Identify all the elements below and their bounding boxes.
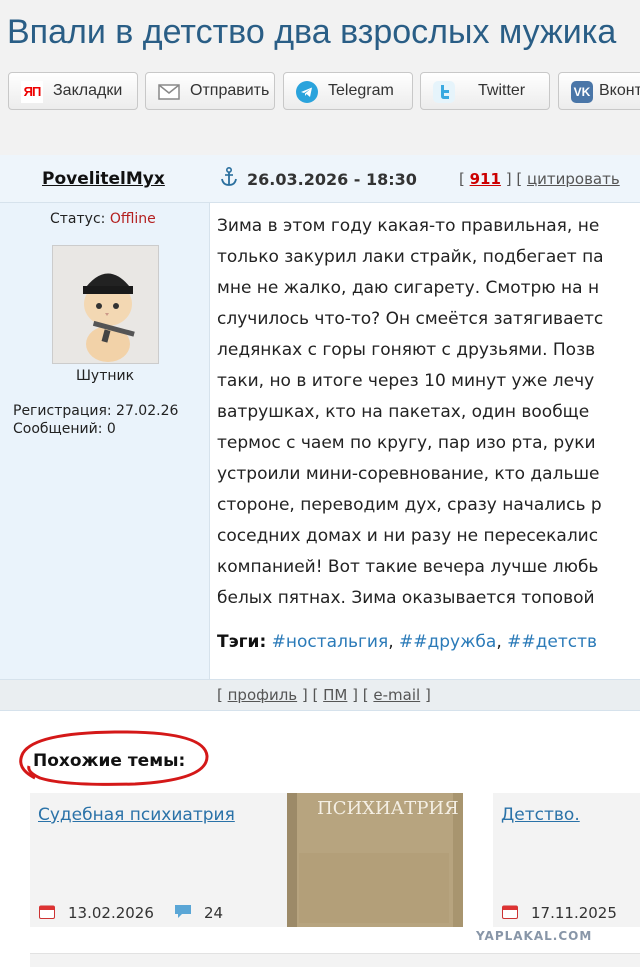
similar-topic-title[interactable]: Детство. bbox=[501, 805, 580, 825]
post-text-line: только закурил лаки страйк, подбегает па bbox=[217, 247, 604, 267]
post-text-line: таки, но в итоге через 10 минут уже лечу bbox=[217, 371, 595, 391]
author-panel: PovelitelMyx Статус: Offline Шутник Реги… bbox=[0, 155, 210, 711]
top-bar: Впали в детство два взрослых мужика ЯП З… bbox=[0, 0, 640, 155]
tag-link[interactable]: ##дружба bbox=[399, 632, 496, 652]
author-header: PovelitelMyx bbox=[0, 155, 210, 203]
share-button-label: Вконт bbox=[599, 82, 640, 99]
avatar[interactable] bbox=[52, 245, 159, 364]
envelope-icon bbox=[158, 84, 180, 100]
post-number-link[interactable]: 911 bbox=[470, 170, 501, 188]
post-body: Зима в этом году какая-то правильная, не… bbox=[210, 203, 640, 679]
calendar-icon bbox=[502, 905, 518, 919]
similar-topic-card[interactable]: Детство. 17.11.2025 bbox=[493, 793, 640, 927]
post-text-line: стороне, переводим дух, сразу начались р bbox=[217, 495, 602, 515]
tags-label: Тэги: bbox=[217, 632, 267, 652]
author-status: Статус: Offline bbox=[50, 211, 156, 227]
post-tags: Тэги: #ностальгия, ##дружба, ##детств bbox=[217, 632, 598, 652]
post-text-line: ледянках с горы гоняют с друзьями. Позв bbox=[217, 340, 596, 360]
telegram-icon bbox=[296, 81, 318, 103]
post-text-line: устроили мини-соревнование, кто дальше bbox=[217, 464, 600, 484]
next-card-edge bbox=[30, 953, 640, 967]
post-text-line: мне не жалко, даю сигарету. Смотрю на н bbox=[217, 278, 600, 298]
post-text-line: Зима в этом году какая-то правильная, не bbox=[217, 216, 600, 236]
author-message-count: Сообщений: 0 bbox=[13, 421, 116, 437]
author-name-link[interactable]: PovelitelMyx bbox=[42, 169, 165, 189]
similar-topic-title[interactable]: Судебная психиатрия bbox=[38, 805, 235, 825]
anchor-icon[interactable] bbox=[220, 167, 238, 187]
similar-topics-heading: Похожие темы: bbox=[33, 751, 186, 771]
share-button-bookmarks[interactable]: ЯП Закладки bbox=[8, 72, 138, 110]
similar-topic-date: 13.02.2026 bbox=[68, 904, 154, 922]
post-header: 26.03.2026 - 18:30 [ 911 ] [ цитировать bbox=[210, 155, 640, 203]
author-registration: Регистрация: 27.02.26 bbox=[13, 403, 179, 419]
book-cover-title: ПСИХИАТРИЯ bbox=[317, 798, 459, 819]
share-button-label: Telegram bbox=[328, 82, 394, 99]
email-link[interactable]: e-mail bbox=[373, 686, 420, 704]
calendar-icon bbox=[39, 905, 55, 919]
pm-link[interactable]: ПМ bbox=[323, 686, 347, 704]
post-footer: [ профиль ] [ ПМ ] [ e-mail ] bbox=[0, 679, 640, 711]
comments-icon bbox=[175, 905, 191, 918]
similar-topic-image[interactable]: ПСИХИАТРИЯ bbox=[287, 793, 463, 927]
post-text-line: случилось что-то? Он смеётся затягиваетс bbox=[217, 309, 604, 329]
post-text-line: ватрушках, кто на пакетах, один вообще bbox=[217, 402, 590, 422]
share-button-label: Отправить bbox=[190, 82, 270, 99]
author-rank: Шутник bbox=[75, 368, 135, 384]
avatar-kitten-image bbox=[53, 246, 158, 363]
tag-link[interactable]: ##детств bbox=[507, 632, 597, 652]
post-text-line: компанией! Вот такие вечера лучше любь bbox=[217, 557, 599, 577]
post-text-line: белых пятнах. Зима оказывается топовой bbox=[217, 588, 595, 608]
vk-icon: VK bbox=[571, 81, 593, 103]
share-button-send[interactable]: Отправить bbox=[145, 72, 275, 110]
status-label: Статус: bbox=[50, 211, 106, 227]
similar-topic-comments: 24 bbox=[204, 904, 224, 922]
post-date: 26.03.2026 - 18:30 bbox=[247, 170, 417, 189]
share-button-label: Закладки bbox=[53, 82, 123, 99]
profile-link[interactable]: профиль bbox=[228, 686, 298, 704]
site-watermark: YAPLAKAL.COM bbox=[476, 929, 593, 943]
yandex-bookmarks-icon: ЯП bbox=[21, 81, 43, 103]
page-title: Впали в детство два взрослых мужика bbox=[7, 13, 617, 51]
status-value: Offline bbox=[109, 211, 156, 227]
post-text-line: термос с чаем по кругу, пар изо рта, рук… bbox=[217, 433, 596, 453]
post-meta: [ 911 ] [ цитировать bbox=[459, 170, 620, 188]
twitter-icon bbox=[433, 81, 455, 103]
share-button-vk[interactable]: VK Вконт bbox=[558, 72, 640, 110]
share-button-twitter[interactable]: Twitter bbox=[420, 72, 550, 110]
post-text-line: соседних домах и ни разу не пересекалис bbox=[217, 526, 599, 546]
tag-link[interactable]: #ностальгия bbox=[272, 632, 389, 652]
post-footer-links: [ профиль ] [ ПМ ] [ e-mail ] bbox=[217, 686, 431, 704]
quote-link[interactable]: цитировать bbox=[527, 170, 620, 188]
share-button-label: Twitter bbox=[478, 82, 526, 99]
similar-topic-date: 17.11.2025 bbox=[531, 904, 617, 922]
share-button-telegram[interactable]: Telegram bbox=[283, 72, 413, 110]
